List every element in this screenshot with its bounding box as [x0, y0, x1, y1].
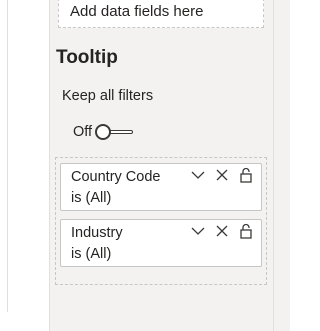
filter-condition: is (All) — [71, 190, 112, 206]
filter-field-name: Industry — [71, 225, 123, 241]
filter-card-actions — [190, 223, 254, 239]
chevron-down-icon[interactable] — [190, 223, 206, 239]
pane-scroll-edge — [273, 0, 274, 331]
canvas-divider — [7, 0, 8, 312]
tooltip-filters-well: Country Code is (All) Industry is (All) — [55, 157, 267, 285]
keep-all-filters-label: Keep all filters — [62, 88, 154, 104]
filter-field-name: Country Code — [71, 169, 161, 185]
close-icon[interactable] — [214, 167, 230, 183]
filter-card-country-code[interactable]: Country Code is (All) — [60, 163, 262, 211]
keep-filters-toggle-row: Off — [73, 122, 135, 142]
fields-drop-zone[interactable]: Add data fields here — [58, 0, 264, 28]
lock-icon[interactable] — [238, 167, 254, 183]
toggle-state-label: Off — [73, 124, 93, 140]
keep-filters-toggle[interactable] — [95, 122, 135, 142]
toggle-knob — [95, 124, 112, 140]
chevron-down-icon[interactable] — [190, 167, 206, 183]
filter-condition: is (All) — [71, 246, 112, 262]
lock-icon[interactable] — [238, 223, 254, 239]
filter-card-actions — [190, 167, 254, 183]
close-icon[interactable] — [214, 223, 230, 239]
filters-pane: Add data fields here Tooltip Keep all fi… — [49, 0, 290, 331]
report-canvas-area — [0, 0, 49, 331]
tooltip-section-title: Tooltip — [56, 47, 118, 68]
filter-card-industry[interactable]: Industry is (All) — [60, 219, 262, 267]
